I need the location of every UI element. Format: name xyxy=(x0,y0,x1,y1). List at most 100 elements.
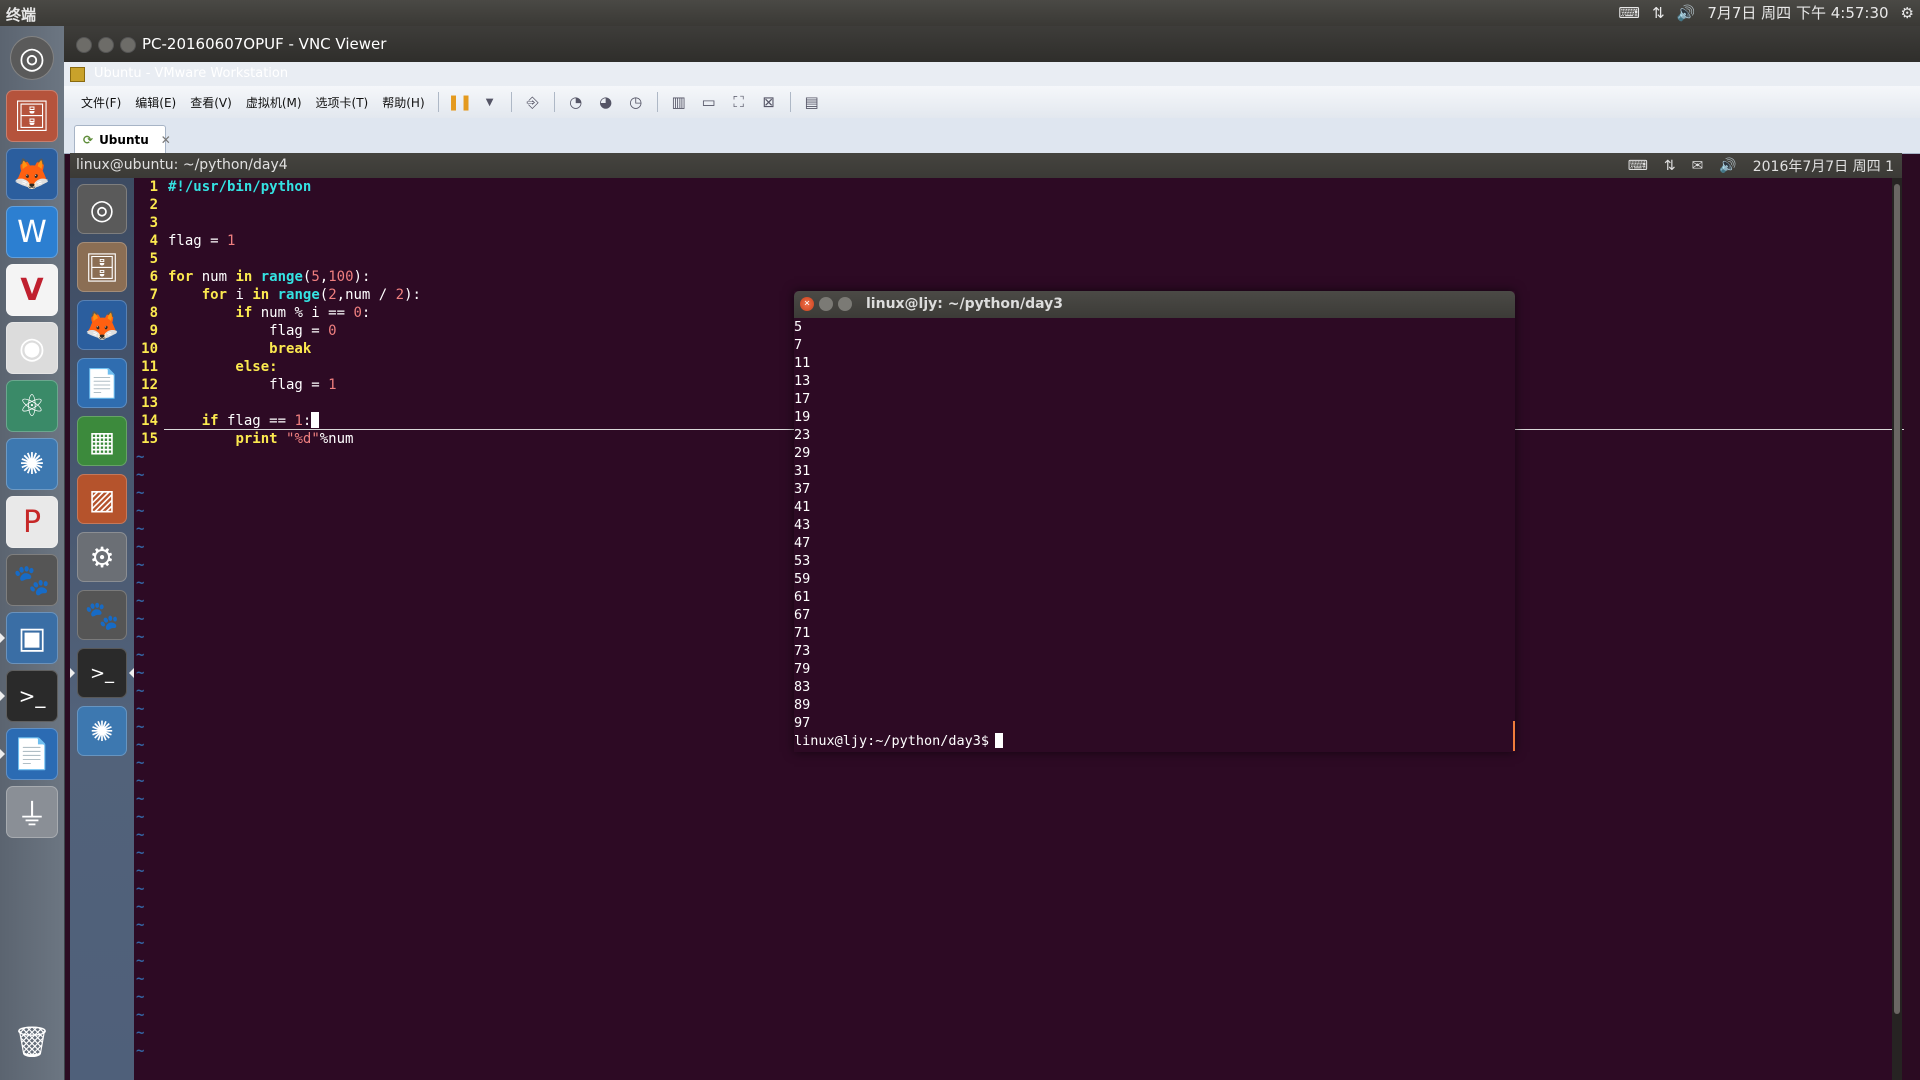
shotwell-icon[interactable]: ✺ xyxy=(77,706,127,756)
shotwell-icon[interactable]: ✺ xyxy=(6,438,58,490)
keyboard-icon[interactable]: ⌨ xyxy=(1628,158,1648,174)
settings-icon[interactable]: ⚙ xyxy=(1901,3,1914,23)
wps-presentation-icon[interactable]: P xyxy=(6,496,58,548)
volume-icon[interactable]: 🔊 xyxy=(1719,158,1736,174)
close-icon[interactable]: × xyxy=(800,297,814,311)
vm-scrollbar[interactable] xyxy=(1892,178,1902,1080)
terminal-output-line: 89 xyxy=(794,697,811,713)
chevron-down-icon[interactable]: ▼ xyxy=(479,91,501,113)
menu-view[interactable]: 查看(V) xyxy=(183,94,239,111)
vmware-menubar: 文件(F) 编辑(E) 查看(V) 虚拟机(M) 选项卡(T) 帮助(H) ❚❚… xyxy=(64,86,1920,119)
vnc-close-button[interactable] xyxy=(76,37,92,53)
code-line: 4 flag = 1 xyxy=(149,233,236,249)
terminal-output-line: 17 xyxy=(794,391,811,407)
vim-tilde-line: ~ xyxy=(136,755,145,771)
revert-snapshot-icon[interactable]: ◕ xyxy=(595,91,617,113)
wps-writer-icon[interactable]: W xyxy=(6,206,58,258)
usb-drive-icon[interactable]: ⏚ xyxy=(6,786,58,838)
volume-icon[interactable]: 🔊 xyxy=(1677,3,1696,23)
send-ctrl-alt-del-icon[interactable]: ⎆ xyxy=(522,91,544,113)
terminal-icon[interactable]: >_ xyxy=(70,648,134,698)
network-icon[interactable]: ⇅ xyxy=(1652,3,1665,23)
firefox-icon[interactable]: 🦊 xyxy=(6,148,58,200)
vmware-tabbar: ⟳ Ubuntu ✕ xyxy=(64,118,1920,154)
vnc-minimize-button[interactable] xyxy=(98,37,114,53)
pause-icon[interactable]: ❚❚ xyxy=(447,91,472,113)
libreoffice-writer-icon[interactable]: 📄 xyxy=(0,728,58,780)
code-line: 3 xyxy=(149,215,158,231)
vm-running-icon: ⟳ xyxy=(83,132,94,147)
terminal-prompt[interactable]: linux@ljy:~/python/day3$ xyxy=(794,732,1515,750)
terminal-output-line: 5 xyxy=(794,319,803,335)
host-indicators: ⌨ ⇅ 🔊 7月7日 周四 下午 4:57:30 ⚙ xyxy=(1618,3,1914,23)
guest-clock[interactable]: 2016年7月7日 周四 1 xyxy=(1753,156,1894,176)
code-line: 6 for num in range(5,100): xyxy=(149,269,371,285)
snapshot-manager-icon[interactable]: ◷ xyxy=(625,91,647,113)
toolbar-separator xyxy=(656,92,658,112)
host-clock[interactable]: 7月7日 周四 下午 4:57:30 xyxy=(1707,3,1888,23)
terminal-output-line: 59 xyxy=(794,571,811,587)
terminal-output-line: 73 xyxy=(794,643,811,659)
terminal-output-line: 43 xyxy=(794,517,811,533)
menu-help[interactable]: 帮助(H) xyxy=(375,94,431,111)
dash-home-icon[interactable]: ◎ xyxy=(10,36,54,80)
vscode-icon[interactable]: V xyxy=(6,264,58,316)
library-view-icon[interactable]: ▥ xyxy=(668,91,690,113)
terminal-titlebar[interactable]: × linux@ljy: ~/python/day3 xyxy=(794,291,1515,318)
terminal-output-line: 31 xyxy=(794,463,811,479)
files-icon[interactable]: 🗄 xyxy=(77,242,127,292)
guest-top-panel: linux@ubuntu: ~/python/day4 ⌨ ⇅ ✉ 🔊 2016… xyxy=(70,153,1902,178)
vim-tilde-line: ~ xyxy=(136,1025,145,1041)
vim-tilde-line: ~ xyxy=(136,899,145,915)
libreoffice-impress-icon[interactable]: ▨ xyxy=(77,474,127,524)
tab-label: Ubuntu xyxy=(99,132,149,147)
thumbnail-view-icon[interactable]: ▤ xyxy=(801,91,823,113)
snapshot-icon[interactable]: ◔ xyxy=(565,91,587,113)
dash-home-icon[interactable]: ◎ xyxy=(77,184,127,234)
terminal-output-line: 71 xyxy=(794,625,811,641)
libreoffice-calc-icon[interactable]: ▦ xyxy=(77,416,127,466)
terminal-output[interactable]: 5 7 11 13 17 19 23 29 31 37 41 43 47 53 59 61 67 71 73 79 83… xyxy=(794,318,1515,750)
minimize-icon[interactable] xyxy=(819,297,833,311)
guest-indicators: ⌨ ⇅ ✉ 🔊 2016年7月7日 周四 1 xyxy=(1628,156,1894,176)
vim-tilde-line: ~ xyxy=(136,827,145,843)
console-view-icon[interactable]: ▭ xyxy=(698,91,720,113)
close-tab-icon[interactable]: ✕ xyxy=(161,133,171,147)
keyboard-icon[interactable]: ⌨ xyxy=(1618,3,1640,23)
vim-tilde-line: ~ xyxy=(136,845,145,861)
unity-icon[interactable]: ⊠ xyxy=(758,91,780,113)
libreoffice-writer-icon[interactable]: 📄 xyxy=(77,358,127,408)
files-icon[interactable]: 🗄 xyxy=(6,90,58,142)
menu-tabs[interactable]: 选项卡(T) xyxy=(309,94,376,111)
toolbar-separator xyxy=(789,92,791,112)
guest-launcher: ◎ 🗄 🦊 📄 ▦ ▨ ⚙ 🐾 >_ ✺ xyxy=(70,178,134,1080)
mail-icon[interactable]: ✉ xyxy=(1692,158,1704,174)
system-settings-icon[interactable]: ⚙ xyxy=(77,532,127,582)
terminal-output-line: 23 xyxy=(794,427,811,443)
maximize-icon[interactable] xyxy=(838,297,852,311)
menu-file[interactable]: 文件(F) xyxy=(74,94,128,111)
terminal-title: linux@ljy: ~/python/day3 xyxy=(866,296,1064,312)
vim-cursor xyxy=(311,412,320,428)
trash-icon[interactable]: 🗑 xyxy=(6,1016,58,1068)
toolbar-separator xyxy=(437,92,439,112)
network-icon[interactable]: ⇅ xyxy=(1664,158,1676,174)
gimp-icon[interactable]: 🐾 xyxy=(6,554,58,606)
terminal-output-line: 7 xyxy=(794,337,803,353)
vnc-maximize-button[interactable] xyxy=(120,37,136,53)
toolbar-separator xyxy=(553,92,555,112)
menu-edit[interactable]: 编辑(E) xyxy=(128,94,183,111)
scrollbar-thumb[interactable] xyxy=(1894,184,1900,1014)
virtualbox-icon[interactable]: ▣ xyxy=(0,612,58,664)
terminal-icon[interactable]: >_ xyxy=(0,670,58,722)
menu-vm[interactable]: 虚拟机(M) xyxy=(239,94,309,111)
terminal-output-line: 79 xyxy=(794,661,811,677)
gimp-icon[interactable]: 🐾 xyxy=(77,590,127,640)
fullscreen-icon[interactable]: ⛶ xyxy=(728,91,750,113)
atom-icon[interactable]: ⚛ xyxy=(6,380,58,432)
terminal-window[interactable]: × linux@ljy: ~/python/day3 5 7 11 13 17 19 23 2… xyxy=(794,291,1515,752)
tab-ubuntu[interactable]: ⟳ Ubuntu ✕ xyxy=(74,125,171,153)
firefox-icon[interactable]: 🦊 xyxy=(77,300,127,350)
terminal-output-line: 83 xyxy=(794,679,811,695)
chrome-icon[interactable]: ◉ xyxy=(6,322,58,374)
